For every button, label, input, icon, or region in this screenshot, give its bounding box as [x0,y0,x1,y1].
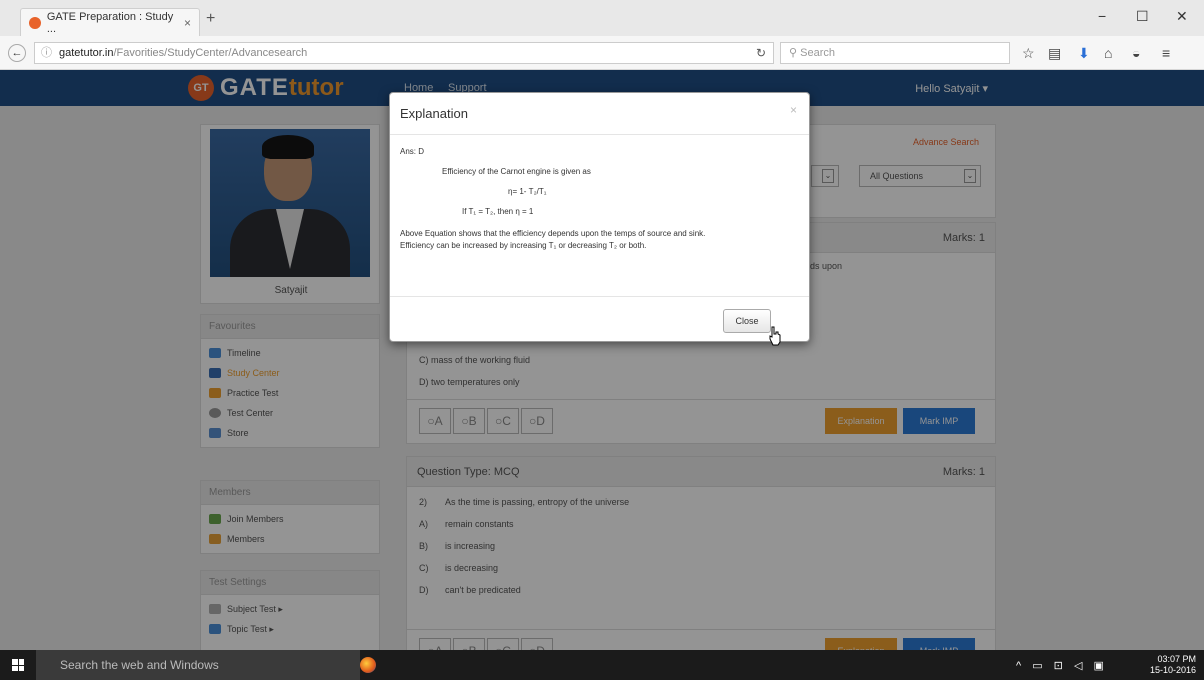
url-host: gatetutor.in [59,47,114,59]
explanation-paragraph: Above Equation shows that the efficiency… [400,229,706,238]
windows-taskbar: Search the web and Windows ^ ▭ ⊡ ◁ ▣ 03:… [0,650,1204,680]
explanation-line: Efficiency of the Carnot engine is given… [442,167,591,176]
close-button[interactable]: Close [723,309,771,333]
close-icon[interactable]: × [790,103,797,117]
menu-icon[interactable]: ≡ [1162,45,1170,61]
system-tray-icons[interactable]: ^ ▭ ⊡ ◁ ▣ [1016,659,1108,672]
pocket-icon[interactable]: ◒ [1132,45,1140,61]
browser-tab-bar: GATE Preparation : Study ... × + − ☐ ✕ [0,0,1204,36]
url-path: /Favorities/StudyCenter/Advancesearch [113,47,308,59]
reload-icon[interactable]: ↻ [756,46,766,60]
modal-body: Ans: D Efficiency of the Carnot engine i… [390,135,809,297]
clock-date: 15-10-2016 [1149,665,1196,675]
answer-text: Ans: D [400,147,425,156]
search-icon: ⚲ [789,47,801,59]
reading-list-icon[interactable]: ▤ [1048,45,1061,62]
back-arrow-icon[interactable]: ← [8,44,26,62]
tab-close-icon[interactable]: × [184,16,191,30]
tab-title: GATE Preparation : Study ... [46,10,174,35]
efficiency-condition: If T₁ = T₂, then η = 1 [462,207,534,216]
modal-title: Explanation [390,93,809,135]
clock-time: 03:07 PM [1157,654,1196,664]
home-icon[interactable]: ⌂ [1104,45,1112,61]
search-placeholder: Search [800,47,835,59]
firefox-icon[interactable] [360,657,376,673]
browser-search-input[interactable]: ⚲ Search [780,42,1010,64]
explanation-modal: Explanation × Ans: D Efficiency of the C… [389,92,810,342]
new-tab-button[interactable]: + [206,10,215,28]
close-window-button[interactable]: ✕ [1176,8,1188,25]
bookmark-star-icon[interactable]: ☆ [1022,45,1035,62]
info-icon: ⓘ [41,47,52,59]
explanation-paragraph: Efficiency can be increased by increasin… [400,241,647,250]
site-favicon-icon [29,16,41,29]
hand-cursor-icon [769,326,781,346]
maximize-button[interactable]: ☐ [1136,8,1149,25]
minimize-button[interactable]: − [1098,8,1106,24]
address-bar[interactable]: ⓘ gatetutor.in/Favorities/StudyCenter/Ad… [34,42,774,64]
browser-nav-bar: ← ⓘ gatetutor.in/Favorities/StudyCenter/… [0,36,1204,70]
modal-footer: Close [390,297,809,343]
download-icon[interactable]: ⬇ [1078,45,1090,62]
browser-tab[interactable]: GATE Preparation : Study ... × [20,8,200,36]
taskbar-search-box[interactable]: Search the web and Windows [36,650,360,680]
windows-start-icon[interactable] [12,659,24,671]
efficiency-formula: η= 1- T₂/T₁ [508,187,547,196]
taskbar-clock[interactable]: 03:07 PM 15-10-2016 [1150,654,1196,676]
